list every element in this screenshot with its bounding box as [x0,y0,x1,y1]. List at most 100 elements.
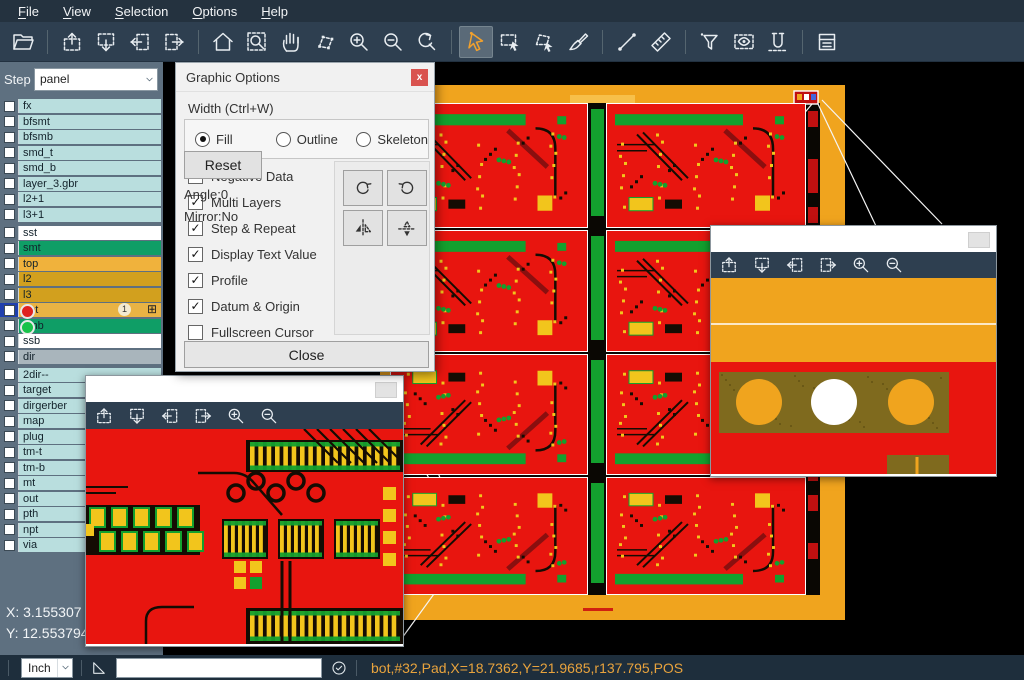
layer-row-bot[interactable]: bot1⊞ [0,303,163,317]
filter-button[interactable] [693,26,727,58]
checkbox[interactable] [4,178,15,189]
layer-color-dot[interactable] [20,320,35,335]
window-button[interactable] [968,232,990,248]
layer-row-l2[interactable]: l2 [0,272,163,286]
rotate-cw-button[interactable] [343,170,383,206]
zoom-in-button[interactable] [224,404,248,428]
layer-visibility-checkbox[interactable] [0,226,19,240]
checkbox[interactable] [4,431,15,442]
flip-h-button[interactable] [343,210,383,246]
check-datum-origin[interactable]: ✓Datum & Origin [188,293,317,319]
layer-row-l3+1[interactable]: l3+1 [0,208,163,222]
checkbox[interactable]: ✓ [188,247,203,262]
layer-visibility-checkbox[interactable] [0,115,19,129]
layer-visibility-checkbox[interactable] [0,523,19,537]
layer-visibility-checkbox[interactable] [0,368,19,382]
layer-row-dir[interactable]: dir [0,350,163,364]
layer-row-smd_b[interactable]: smd_b [0,161,163,175]
menu-help[interactable]: Help [251,2,298,21]
radio-circle[interactable] [356,132,371,147]
layer-visibility-checkbox[interactable] [0,430,19,444]
window-button[interactable] [375,382,397,398]
zoom-in-button[interactable] [849,253,873,277]
layer-color-dot[interactable] [20,304,35,319]
snap-button[interactable] [761,26,795,58]
pan-up-button[interactable] [92,404,116,428]
layer-row-fx[interactable]: fx [0,99,163,113]
checkbox[interactable] [4,447,15,458]
menu-file[interactable]: File [8,2,49,21]
layer-visibility-checkbox[interactable] [0,399,19,413]
zoom-in-button[interactable] [342,26,376,58]
apply-icon[interactable] [330,659,348,677]
layer-visibility-checkbox[interactable] [0,538,19,552]
layer-row-top[interactable]: top [0,257,163,271]
layer-visibility-checkbox[interactable] [0,445,19,459]
layer-visibility-checkbox[interactable] [0,272,19,286]
flip-v-button[interactable] [387,210,427,246]
radio-skeleton[interactable]: Skeleton [346,132,428,147]
zoom-out-button[interactable] [376,26,410,58]
checkbox[interactable] [4,493,15,504]
layer-visibility-checkbox[interactable] [0,350,19,364]
layer-visibility-checkbox[interactable] [0,383,19,397]
pan-right-button[interactable] [191,404,215,428]
menu-view[interactable]: View [53,2,101,21]
vertex-edit-button[interactable] [308,26,342,58]
checkbox[interactable] [4,258,15,269]
select-tool-button[interactable] [459,26,493,58]
magnifier-window-right[interactable] [710,225,997,477]
layer-visibility-checkbox[interactable] [0,461,19,475]
magnifier-content[interactable] [86,429,403,644]
check-profile[interactable]: ✓Profile [188,267,317,293]
brush-button[interactable] [561,26,595,58]
layer-row-ssb[interactable]: ssb [0,334,163,348]
checkbox[interactable] [4,400,15,411]
pan-hand-button[interactable] [274,26,308,58]
layer-visibility-checkbox[interactable] [0,177,19,191]
magnifier-content[interactable] [711,278,996,474]
checkbox[interactable] [4,116,15,127]
checkbox[interactable] [4,243,15,254]
pan-right-button[interactable] [157,26,191,58]
checkbox[interactable] [4,274,15,285]
open-folder-button[interactable] [6,26,40,58]
zoom-area-button[interactable] [240,26,274,58]
layer-row-smt[interactable]: smt [0,241,163,255]
checkbox[interactable] [4,147,15,158]
angle-mode-icon[interactable] [90,659,108,677]
pan-down-button[interactable] [750,253,774,277]
checkbox[interactable] [4,209,15,220]
checkbox[interactable] [4,416,15,427]
rect-select-button[interactable] [493,26,527,58]
ruler-button[interactable] [644,26,678,58]
layer-visibility-checkbox[interactable] [0,161,19,175]
checkbox[interactable] [4,509,15,520]
menu-selection[interactable]: Selection [105,2,178,21]
zoom-out-button[interactable] [257,404,281,428]
layer-visibility-checkbox[interactable] [0,303,19,317]
layer-visibility-checkbox[interactable] [0,257,19,271]
checkbox[interactable] [4,462,15,473]
grid-icon[interactable]: ⊞ [147,302,157,316]
pan-right-button[interactable] [816,253,840,277]
chevron-down-icon[interactable] [57,659,72,677]
checkbox[interactable]: ✓ [188,299,203,314]
rotate-ccw-button[interactable] [387,170,427,206]
layer-form-button[interactable] [810,26,844,58]
radio-circle[interactable] [195,132,210,147]
checkbox[interactable] [4,101,15,112]
checkbox[interactable] [4,369,15,380]
inspect-view-button[interactable] [727,26,761,58]
checkbox[interactable] [4,351,15,362]
step-combo[interactable]: panel [34,68,158,91]
magnifier-titlebar[interactable] [86,376,403,402]
checkbox[interactable] [4,524,15,535]
zoom-out-button[interactable] [882,253,906,277]
layer-visibility-checkbox[interactable] [0,492,19,506]
layer-row-smd_t[interactable]: smd_t [0,146,163,160]
pan-down-button[interactable] [125,404,149,428]
reset-button[interactable]: Reset [184,151,262,179]
poly-select-button[interactable] [527,26,561,58]
layer-visibility-checkbox[interactable] [0,130,19,144]
